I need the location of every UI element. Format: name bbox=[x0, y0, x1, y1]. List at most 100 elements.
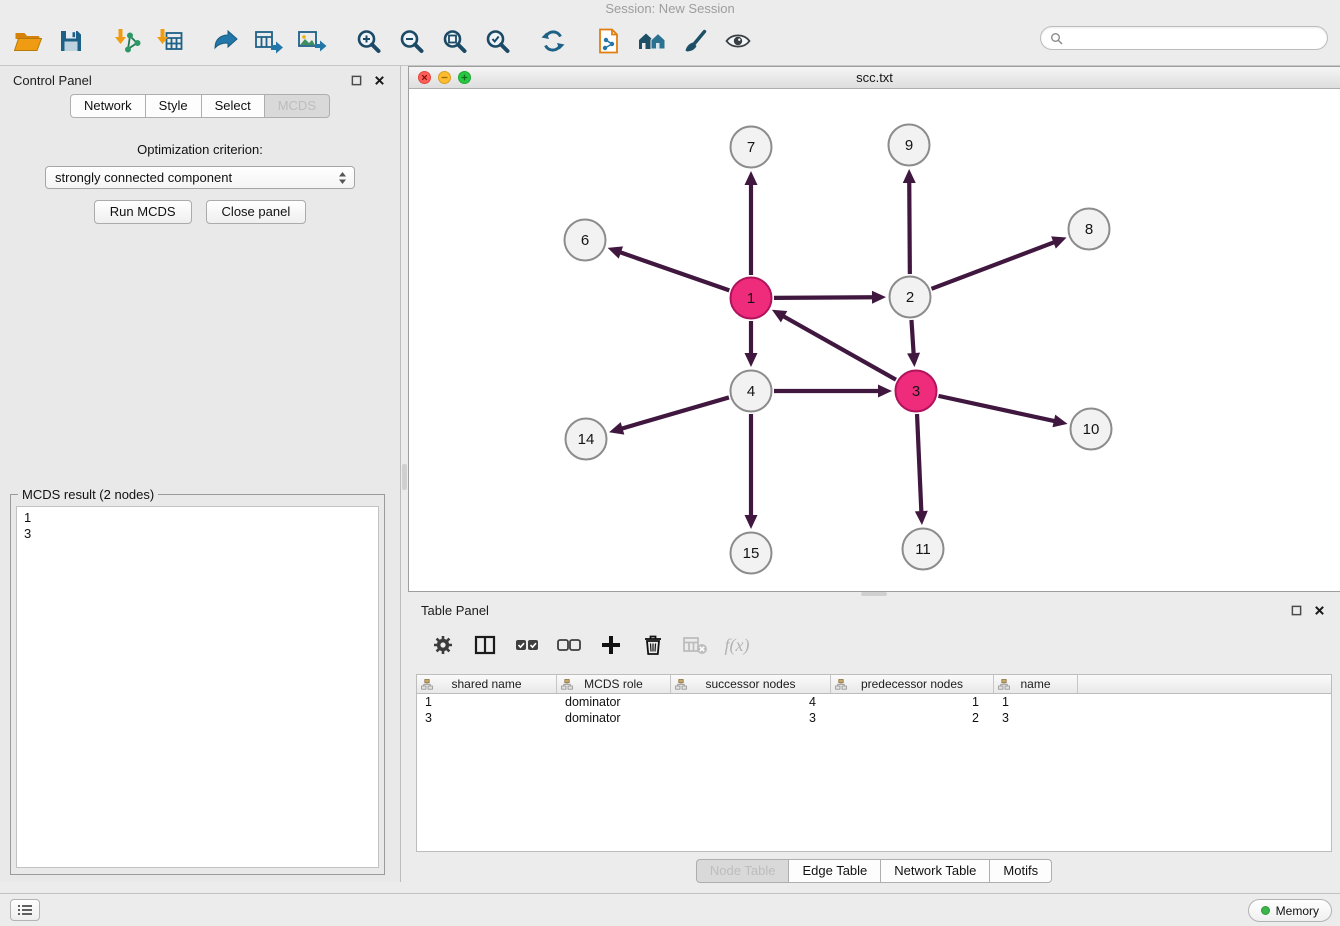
plus-icon bbox=[599, 633, 623, 657]
node-label: 1 bbox=[747, 290, 755, 307]
graph-node-1[interactable]: 1 bbox=[731, 278, 772, 319]
columns-panel-icon bbox=[473, 633, 497, 657]
cell-shared-name[interactable]: 3 bbox=[417, 711, 557, 725]
close-panel-button[interactable]: Close panel bbox=[206, 200, 307, 224]
cell-successor-nodes[interactable]: 4 bbox=[671, 695, 831, 709]
graph-edge-4-15[interactable] bbox=[745, 414, 758, 529]
tab-edge-table[interactable]: Edge Table bbox=[789, 859, 881, 883]
refresh-network-button[interactable] bbox=[531, 20, 574, 62]
table-row[interactable]: 1dominator411 bbox=[417, 694, 1331, 710]
mcds-result-list[interactable]: 1 3 bbox=[16, 506, 379, 868]
graph-node-7[interactable]: 7 bbox=[731, 127, 772, 168]
vertical-splitter[interactable] bbox=[401, 66, 408, 893]
graph-node-4[interactable]: 4 bbox=[731, 371, 772, 412]
graph-edge-3-11[interactable] bbox=[915, 414, 928, 525]
tab-style[interactable]: Style bbox=[146, 94, 202, 118]
splitter-grip[interactable] bbox=[402, 464, 407, 490]
save-session-button[interactable] bbox=[49, 20, 92, 62]
export-network-button[interactable] bbox=[204, 20, 247, 62]
float-table-panel-icon[interactable] bbox=[1289, 603, 1304, 618]
window-minimize-button[interactable] bbox=[438, 71, 451, 84]
float-panel-icon[interactable] bbox=[349, 73, 364, 88]
column-header-name[interactable]: name bbox=[994, 675, 1078, 693]
zoom-fit-button[interactable] bbox=[432, 20, 475, 62]
column-type-icon bbox=[835, 679, 847, 690]
import-network-button[interactable] bbox=[105, 20, 148, 62]
tab-select[interactable]: Select bbox=[202, 94, 265, 118]
graph-edge-2-3[interactable] bbox=[907, 320, 920, 367]
table-settings-button[interactable] bbox=[424, 627, 462, 663]
show-graphics-details-button[interactable] bbox=[716, 20, 759, 62]
column-header-predecessor-nodes[interactable]: predecessor nodes bbox=[831, 675, 994, 693]
home-view-button[interactable] bbox=[630, 20, 673, 62]
export-image-button[interactable] bbox=[290, 20, 333, 62]
cell-name[interactable]: 1 bbox=[994, 695, 1078, 709]
graph-edge-2-9[interactable] bbox=[903, 169, 916, 274]
function-builder-button[interactable]: f(x) bbox=[718, 627, 756, 663]
import-table-button[interactable] bbox=[148, 20, 191, 62]
clone-network-button[interactable] bbox=[587, 20, 630, 62]
cell-predecessor-nodes[interactable]: 1 bbox=[831, 695, 994, 709]
graph-node-14[interactable]: 14 bbox=[566, 419, 607, 460]
graph-edge-3-1[interactable] bbox=[772, 310, 896, 380]
export-table-button[interactable] bbox=[247, 20, 290, 62]
cell-shared-name[interactable]: 1 bbox=[417, 695, 557, 709]
tab-mcds[interactable]: MCDS bbox=[265, 94, 330, 118]
window-close-button[interactable] bbox=[418, 71, 431, 84]
close-panel-icon[interactable] bbox=[372, 73, 387, 88]
zoom-out-button[interactable] bbox=[389, 20, 432, 62]
apply-style-button[interactable] bbox=[673, 20, 716, 62]
tab-network[interactable]: Network bbox=[70, 94, 146, 118]
graph-node-6[interactable]: 6 bbox=[565, 220, 606, 261]
close-table-panel-icon[interactable] bbox=[1312, 603, 1327, 618]
zoom-in-button[interactable] bbox=[346, 20, 389, 62]
graph-edge-1-4[interactable] bbox=[745, 321, 758, 367]
graph-edge-4-3[interactable] bbox=[774, 385, 892, 398]
cell-predecessor-nodes[interactable]: 2 bbox=[831, 711, 994, 725]
graph-node-8[interactable]: 8 bbox=[1069, 209, 1110, 250]
optimization-select[interactable]: strongly connected component bbox=[45, 166, 355, 189]
column-header-successor-nodes[interactable]: successor nodes bbox=[671, 675, 831, 693]
unselect-all-columns-button[interactable] bbox=[550, 627, 588, 663]
graph-node-15[interactable]: 15 bbox=[731, 533, 772, 574]
network-canvas[interactable]: 7 9 6 8 1 2 4 3 14 10 15 11 bbox=[409, 89, 1339, 591]
graph-edge-4-14[interactable] bbox=[609, 397, 729, 434]
app-title: Session: New Session bbox=[605, 1, 734, 16]
run-mcds-button[interactable]: Run MCDS bbox=[94, 200, 192, 224]
tab-motifs[interactable]: Motifs bbox=[990, 859, 1052, 883]
window-zoom-button[interactable] bbox=[458, 71, 471, 84]
search-box[interactable] bbox=[1040, 26, 1328, 50]
memory-button[interactable]: Memory bbox=[1248, 899, 1332, 922]
checked-boxes-icon bbox=[514, 633, 540, 657]
add-column-button[interactable] bbox=[592, 627, 630, 663]
cell-mcds-role[interactable]: dominator bbox=[557, 695, 671, 709]
search-input[interactable] bbox=[1068, 31, 1318, 46]
graph-node-2[interactable]: 2 bbox=[890, 277, 931, 318]
network-window-titlebar[interactable]: scc.txt bbox=[409, 67, 1340, 89]
delete-columns-button[interactable] bbox=[634, 627, 672, 663]
graph-edge-1-7[interactable] bbox=[745, 171, 758, 275]
tab-node-table[interactable]: Node Table bbox=[696, 859, 790, 883]
graph-edge-2-8[interactable] bbox=[932, 236, 1067, 288]
graph-node-11[interactable]: 11 bbox=[903, 529, 944, 570]
column-header-mcds-role[interactable]: MCDS role bbox=[557, 675, 671, 693]
delete-table-button[interactable] bbox=[676, 627, 714, 663]
open-session-button[interactable] bbox=[6, 20, 49, 62]
graph-node-9[interactable]: 9 bbox=[889, 125, 930, 166]
show-columns-button[interactable] bbox=[466, 627, 504, 663]
cell-name[interactable]: 3 bbox=[994, 711, 1078, 725]
tab-network-table[interactable]: Network Table bbox=[881, 859, 990, 883]
graph-edge-3-10[interactable] bbox=[938, 396, 1067, 427]
graph-edge-1-2[interactable] bbox=[774, 291, 886, 304]
select-all-columns-button[interactable] bbox=[508, 627, 546, 663]
graph-edge-1-6[interactable] bbox=[608, 246, 730, 290]
table-row[interactable]: 3dominator323 bbox=[417, 710, 1331, 726]
zoom-selected-button[interactable] bbox=[475, 20, 518, 62]
task-history-button[interactable] bbox=[10, 899, 40, 921]
cell-mcds-role[interactable]: dominator bbox=[557, 711, 671, 725]
graph-node-3[interactable]: 3 bbox=[896, 371, 937, 412]
graph-node-10[interactable]: 10 bbox=[1071, 409, 1112, 450]
column-header-shared-name[interactable]: shared name bbox=[417, 675, 557, 693]
app-titlebar[interactable]: Session: New Session bbox=[0, 0, 1340, 16]
cell-successor-nodes[interactable]: 3 bbox=[671, 711, 831, 725]
